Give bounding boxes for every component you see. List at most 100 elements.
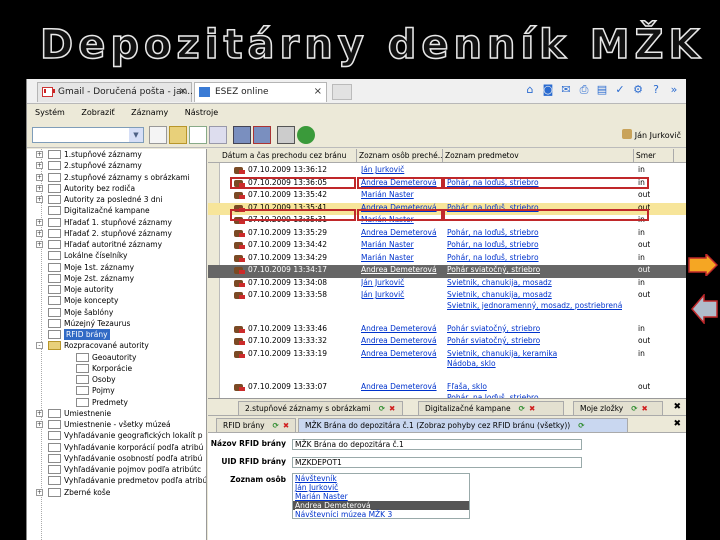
grid-row[interactable]: 07.10.2009 13:36:12 Ján Jurkovič in	[208, 165, 686, 178]
grid-row[interactable]: 07.10.2009 13:33:58 Ján Jurkovič Svietnik,…	[208, 290, 686, 324]
grid-row[interactable]: 07.10.2009 13:34:29 Marián Naster Pohár, n…	[208, 253, 686, 266]
refresh-icon[interactable]	[297, 126, 315, 144]
expand-icon[interactable]: +	[36, 241, 43, 248]
cell-item[interactable]: Fľaša, sklo	[447, 382, 487, 392]
cell-item[interactable]: Pohár, na loďuš, striebro	[447, 228, 539, 238]
person-item[interactable]: Návštevník	[293, 474, 469, 483]
grid-row[interactable]: 07.10.2009 13:33:46 Andrea Demeterová Pohá…	[208, 324, 686, 337]
column-header-direction[interactable]: Smer	[634, 149, 674, 163]
tree-item[interactable]: Vyhľadávanie korporácií podľa atribú	[27, 442, 206, 453]
cell-person[interactable]: Marián Naster	[361, 253, 443, 263]
tree-item[interactable]: + Hľadať 2. stupňové záznamy	[27, 228, 206, 239]
grid-row[interactable]: 07.10.2009 13:35:29 Andrea Demeterová Pohá…	[208, 228, 686, 241]
tree-item[interactable]: + Hľadať 1. stupňové záznamy	[27, 217, 206, 228]
menu-tools[interactable]: Nástroje	[185, 108, 218, 117]
browser-tab-gmail[interactable]: Gmail - Doručená pošta - jan... ×	[37, 82, 196, 102]
tree-item[interactable]: - Rozpracované autority	[27, 340, 206, 351]
tree-item[interactable]: Moje šablóny	[27, 307, 206, 318]
gate-name-field[interactable]: MŽK Brána do depozitára č.1	[292, 439, 582, 450]
home-icon[interactable]: ⌂	[523, 83, 537, 97]
close-icon[interactable]: ✖	[283, 421, 289, 430]
expand-icon[interactable]: +	[36, 162, 43, 170]
page-icon[interactable]: ▤	[595, 83, 609, 97]
refresh-icon[interactable]: ⟳	[519, 404, 525, 413]
grid-row[interactable]: 07.10.2009 13:34:42 Marián Naster Pohár, n…	[208, 240, 686, 253]
feeds-icon[interactable]: ◙	[541, 83, 555, 97]
copy-record-icon[interactable]	[209, 126, 227, 144]
person-item[interactable]: Andrea Demeterová	[293, 501, 469, 510]
print-icon[interactable]: ⎙	[577, 83, 591, 97]
expand-icon[interactable]: +	[36, 184, 43, 192]
menu-system[interactable]: Systém	[35, 108, 65, 117]
tools-icon[interactable]: ⚙	[631, 83, 645, 97]
grid-row[interactable]: 07.10.2009 13:35:42 Marián Naster out	[208, 190, 686, 203]
refresh-icon[interactable]: ⟳	[379, 404, 385, 413]
tree-item[interactable]: +2.stupňové záznamy	[27, 160, 206, 171]
new-record-icon[interactable]	[149, 126, 167, 144]
cell-person[interactable]: Andrea Demeterová	[361, 336, 443, 346]
close-icon[interactable]: ✖	[529, 404, 535, 413]
column-header-items[interactable]: Zoznam predmetov	[443, 149, 634, 163]
save-icon[interactable]	[233, 126, 251, 144]
cell-person[interactable]: Ján Jurkovič	[361, 165, 443, 175]
cell-item[interactable]: Svietnik, chanukija, mosadz	[447, 278, 552, 288]
grid-row[interactable]: 07.10.2009 13:33:07 Andrea Demeterová Fľaš…	[208, 382, 686, 398]
tree-item[interactable]: Vyhľadávanie predmetov podľa atribú	[27, 475, 206, 486]
refresh-icon[interactable]: ⟳	[631, 404, 637, 413]
cell-item[interactable]: Pohár, na loďuš, striebro	[447, 253, 539, 263]
save-close-icon[interactable]	[253, 126, 271, 144]
print-icon[interactable]	[277, 126, 295, 144]
record-type-select[interactable]: ▼	[32, 127, 144, 143]
close-tab-icon[interactable]: ×	[314, 83, 322, 101]
expand-icon[interactable]: +	[36, 488, 43, 496]
tab-digitization-campaigns[interactable]: Digitalizačné kampane ⟳ ✖	[418, 401, 564, 415]
cell-item[interactable]: Pohár sviatočný, striebro	[447, 336, 540, 346]
help-icon[interactable]: ?	[649, 83, 663, 97]
tab-gate-passages[interactable]: MŽK Brána do depozitára č.1 (Zobraz pohy…	[298, 418, 628, 432]
expand-icon[interactable]: +	[36, 196, 43, 203]
expand-icon[interactable]: +	[36, 151, 43, 158]
cell-item[interactable]: Svietnik, chanukija, keramika	[447, 349, 557, 359]
chevron-down-icon[interactable]: ▼	[129, 128, 143, 142]
tree-item[interactable]: +1.stupňové záznamy	[27, 149, 206, 160]
grid-row[interactable]: 07.10.2009 13:34:08 Ján Jurkovič Svietnik,…	[208, 278, 686, 291]
column-header-date[interactable]: Dátum a čas prechodu cez bránu	[220, 149, 357, 163]
cell-person[interactable]: Marián Naster	[361, 240, 443, 250]
tree-item[interactable]: Lokálne číselníky	[27, 250, 206, 261]
browser-tab-esez[interactable]: ESEZ online ×	[194, 82, 327, 102]
expand-icon[interactable]: »	[667, 83, 681, 97]
refresh-icon[interactable]: ⟳	[273, 421, 279, 430]
person-item[interactable]: Ján Jurkovič	[293, 483, 469, 492]
expand-icon[interactable]: +	[36, 229, 43, 237]
tree-item[interactable]: Moje 1st. záznamy	[27, 262, 206, 273]
tree-item[interactable]: + Umiestnenie	[27, 408, 206, 419]
new-tab-button[interactable]	[332, 84, 352, 100]
cell-item[interactable]: Svietnik, jednoramenný, mosadz, postrieb…	[447, 301, 622, 311]
close-icon[interactable]: ✖	[673, 402, 681, 412]
close-icon[interactable]: ✖	[673, 419, 681, 429]
tree-item[interactable]: + Autority za posledné 3 dni	[27, 194, 206, 205]
cell-person[interactable]: Andrea Demeterová	[361, 324, 443, 334]
tree-item[interactable]: Vyhľadávanie osobností podľa atribú	[27, 453, 206, 464]
cell-person[interactable]: Andrea Demeterová	[361, 265, 443, 275]
cell-person[interactable]: Ján Jurkovič	[361, 290, 443, 300]
tree-item[interactable]: Vyhľadávanie geografických lokalít p	[27, 430, 206, 441]
close-tab-icon[interactable]: ×	[179, 83, 187, 101]
expand-icon[interactable]: +	[36, 421, 43, 428]
menu-view[interactable]: Zobraziť	[81, 108, 114, 117]
cell-person[interactable]: Andrea Demeterová	[361, 228, 443, 238]
tree-item[interactable]: Pojmy	[27, 385, 206, 396]
refresh-icon[interactable]: ⟳	[578, 421, 584, 430]
tree-item[interactable]: Predmety	[27, 397, 206, 408]
cell-person[interactable]: Andrea Demeterová	[361, 349, 443, 359]
mail-icon[interactable]: ✉	[559, 83, 573, 97]
tab-records-with-images[interactable]: 2.stupňové záznamy s obrázkami ⟳ ✖	[238, 401, 403, 415]
person-item[interactable]: Návštevníci múzea MŽK 3	[293, 510, 469, 518]
tree-item[interactable]: +2.stupňové záznamy s obrázkami	[27, 172, 206, 183]
tree-item[interactable]: Moje koncepty	[27, 295, 206, 306]
cell-person[interactable]: Ján Jurkovič	[361, 278, 443, 288]
expand-icon[interactable]: +	[36, 409, 43, 417]
cell-item[interactable]: Nádoba, sklo	[447, 359, 496, 369]
grid-row[interactable]: 07.10.2009 13:33:19 Andrea Demeterová Svie…	[208, 349, 686, 383]
cell-person[interactable]: Andrea Demeterová	[361, 382, 443, 392]
